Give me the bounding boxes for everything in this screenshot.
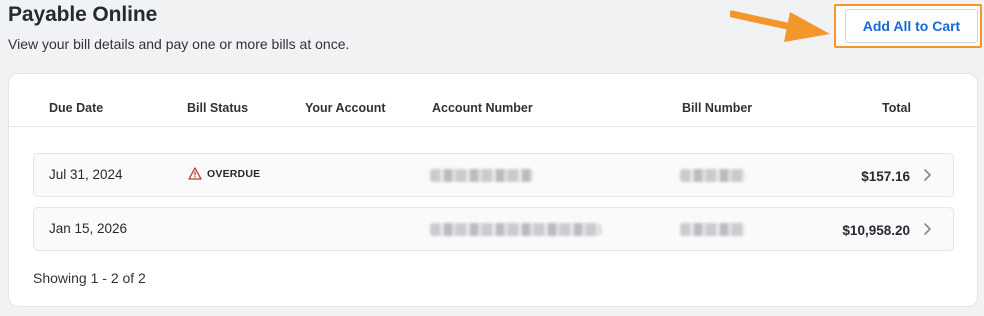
bill-number-redacted [680, 223, 745, 236]
column-header-total: Total [882, 101, 911, 115]
table-row[interactable]: Jan 15, 2026 $10,958.20 [33, 207, 954, 251]
arrow-callout-icon [730, 10, 830, 42]
payable-online-page: Payable Online View your bill details an… [0, 0, 984, 316]
account-number-redacted [430, 223, 601, 236]
bills-card: Due Date Bill Status Your Account Accoun… [8, 73, 978, 307]
total-amount: $10,958.20 [842, 223, 910, 238]
status-label: OVERDUE [207, 167, 261, 180]
bill-number-redacted [680, 169, 745, 182]
chevron-right-icon[interactable] [923, 167, 933, 183]
due-date-cell: Jul 31, 2024 [49, 167, 123, 182]
page-title: Payable Online [8, 3, 158, 26]
warning-triangle-icon [188, 167, 202, 180]
table-header: Due Date Bill Status Your Account Accoun… [9, 74, 977, 127]
column-header-account-number: Account Number [432, 101, 533, 115]
column-header-due-date: Due Date [49, 101, 104, 115]
column-header-your-account: Your Account [305, 101, 386, 115]
account-number-redacted [430, 169, 533, 182]
page-header: Payable Online View your bill details an… [8, 3, 349, 52]
page-subtitle: View your bill details and pay one or mo… [8, 36, 350, 52]
pagination-summary: Showing 1 - 2 of 2 [33, 270, 146, 286]
add-all-to-cart-button[interactable]: Add All to Cart [845, 9, 978, 43]
status-badge: OVERDUE [188, 167, 260, 180]
due-date-cell: Jan 15, 2026 [49, 221, 128, 236]
table-row[interactable]: Jul 31, 2024 OVERDUE $157.16 [33, 153, 954, 197]
column-header-bill-status: Bill Status [187, 101, 249, 115]
total-amount: $157.16 [861, 169, 910, 184]
column-header-bill-number: Bill Number [682, 101, 753, 115]
chevron-right-icon[interactable] [923, 221, 933, 237]
